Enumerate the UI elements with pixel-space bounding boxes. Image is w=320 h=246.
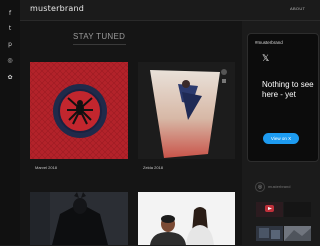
instagram-thumb[interactable]	[256, 226, 283, 241]
zelda-poster-image	[138, 62, 235, 159]
dark-figure-image	[30, 192, 128, 245]
instagram-icon[interactable]: ◎	[255, 182, 265, 192]
card-caption: Zelda 2018	[143, 165, 164, 170]
instagram-icon[interactable]: ◎	[5, 56, 15, 66]
about-link[interactable]: ABOUT	[290, 6, 305, 11]
instagram-thumb[interactable]	[256, 202, 283, 217]
title-underline	[73, 44, 126, 45]
page-title: STAY TUNED	[73, 32, 126, 41]
social-sidebar: f t p ◎ ✿	[0, 0, 20, 245]
people-photo-image	[138, 192, 235, 245]
pinterest-icon[interactable]: p	[5, 40, 15, 50]
empty-timeline-message: Nothing to see here - yet	[262, 80, 314, 99]
instagram-handle[interactable]: musterbrand	[268, 184, 290, 189]
card-caption: Marvel 2018	[35, 165, 58, 170]
card-zelda[interactable]	[138, 62, 235, 159]
snapchat-icon[interactable]: ✿	[5, 73, 15, 83]
twitter-icon[interactable]: t	[5, 24, 15, 34]
instagram-thumb[interactable]	[284, 226, 311, 241]
card-dark-figure[interactable]	[30, 192, 128, 245]
instagram-thumb[interactable]	[284, 202, 311, 217]
view-on-x-button[interactable]: View on X	[263, 133, 299, 144]
card-people[interactable]	[138, 192, 235, 245]
widget-handle[interactable]: #musterbrand	[255, 40, 283, 45]
spider-emblem-image	[30, 62, 128, 159]
card-marvel[interactable]	[30, 62, 128, 159]
brand-logo[interactable]: musterbrand	[30, 4, 84, 13]
x-logo-icon: 𝕏	[262, 54, 270, 64]
facebook-icon[interactable]: f	[5, 9, 15, 19]
